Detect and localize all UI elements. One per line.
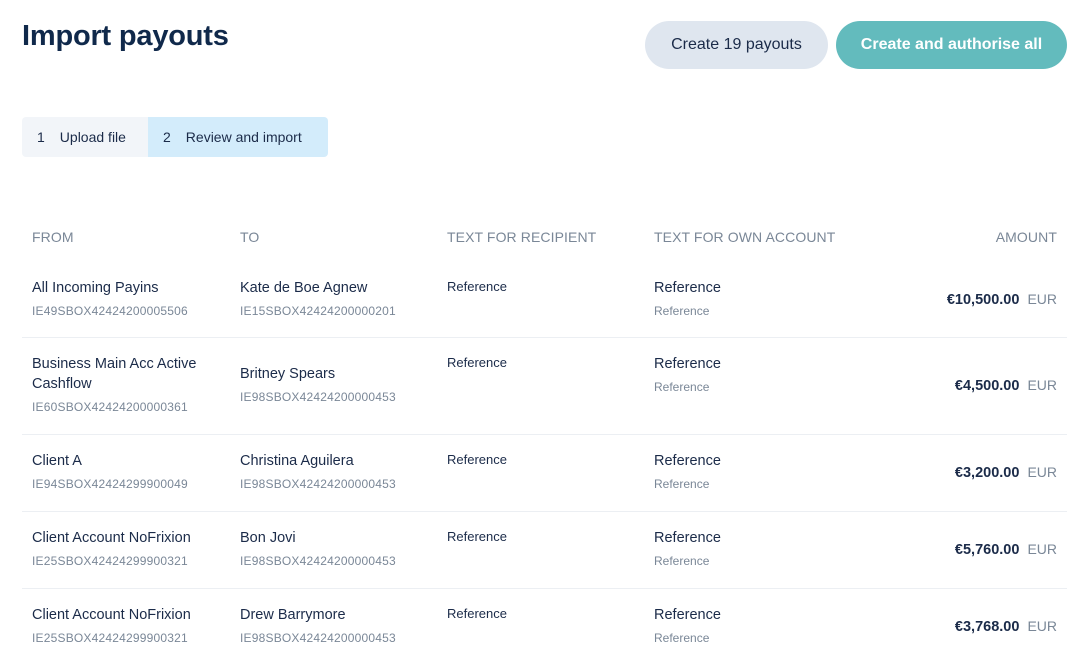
to-iban: IE15SBOX42424200000201 [240,304,396,318]
table-row[interactable]: All Incoming Payins IE49SBOX424242000055… [22,262,1067,338]
step-upload-file[interactable]: 1 Upload file [22,117,148,157]
header-text-for-recipient: TEXT FOR RECIPIENT [447,229,597,245]
amount-value: €4,500.00 [954,378,1020,394]
from-account-name: Client A [32,453,82,469]
amount-cell: €3,768.00 EUR [955,618,1057,635]
own-account-subtext: Reference [654,380,710,394]
own-account-cell: Reference Reference [654,451,721,491]
from-iban: IE25SBOX42424299900321 [32,554,188,568]
amount-cell: €10,500.00 EUR [947,291,1057,308]
table-row[interactable]: Client Account NoFrixion IE25SBOX4242429… [22,512,1067,589]
header-from: FROM [32,229,74,245]
amount-currency: EUR [1027,541,1057,557]
step-review-and-import[interactable]: 2 Review and import [148,117,328,157]
from-account-name: Business Main Acc Active Cashflow [32,356,197,392]
own-account-subtext: Reference [654,631,710,645]
step-label: Review and import [185,129,302,145]
import-steps: 1 Upload file 2 Review and import [22,117,328,157]
text-for-recipient: Reference [447,279,507,294]
to-iban: IE98SBOX42424200000453 [240,631,396,645]
from-account-name: Client Account NoFrixion [32,530,191,546]
own-account-cell: Reference Reference [654,354,721,394]
amount-currency: EUR [1027,291,1057,307]
table-row[interactable]: Client Account NoFrixion IE25SBOX4242429… [22,589,1067,655]
to-cell: Britney Spears IE98SBOX42424200000453 [240,364,430,404]
step-number: 1 [37,129,45,145]
header-to: TO [240,229,260,245]
own-account-text: Reference [654,356,721,372]
to-cell: Kate de Boe Agnew IE15SBOX42424200000201 [240,278,430,318]
create-and-authorise-button[interactable]: Create and authorise all [836,21,1067,69]
to-account-name: Britney Spears [240,366,336,382]
to-account-name: Christina Aguilera [240,453,354,469]
table-header: FROM TO TEXT FOR RECIPIENT TEXT FOR OWN … [0,229,1084,249]
to-cell: Christina Aguilera IE98SBOX4242420000045… [240,451,430,491]
from-cell: All Incoming Payins IE49SBOX424242000055… [32,278,222,318]
text-for-recipient: Reference [447,355,507,370]
text-for-recipient: Reference [447,452,507,467]
text-for-recipient: Reference [447,606,507,621]
to-account-name: Bon Jovi [240,530,296,546]
amount-value: €3,768.00 [954,619,1020,635]
step-number: 2 [163,129,171,145]
amount-cell: €3,200.00 EUR [955,464,1057,481]
amount-currency: EUR [1027,618,1057,634]
header-text-for-own-account: TEXT FOR OWN ACCOUNT [654,229,836,245]
from-cell: Client Account NoFrixion IE25SBOX4242429… [32,528,222,568]
page-title: Import payouts [22,20,229,52]
own-account-text: Reference [654,453,721,469]
own-account-text: Reference [654,607,721,623]
from-cell: Client Account NoFrixion IE25SBOX4242429… [32,605,222,645]
own-account-subtext: Reference [654,554,710,568]
step-label: Upload file [59,129,126,145]
own-account-cell: Reference Reference [654,528,721,568]
amount-value: €5,760.00 [954,542,1020,558]
to-cell: Bon Jovi IE98SBOX42424200000453 [240,528,430,568]
table-row[interactable]: Business Main Acc Active Cashflow IE60SB… [22,338,1067,435]
amount-cell: €4,500.00 EUR [955,377,1057,394]
to-iban: IE98SBOX42424200000453 [240,554,396,568]
to-account-name: Drew Barrymore [240,607,346,623]
to-iban: IE98SBOX42424200000453 [240,390,396,404]
from-cell: Client A IE94SBOX42424299900049 [32,451,222,491]
from-account-name: All Incoming Payins [32,280,159,296]
from-iban: IE25SBOX42424299900321 [32,631,188,645]
to-cell: Drew Barrymore IE98SBOX42424200000453 [240,605,430,645]
create-payouts-button[interactable]: Create 19 payouts [645,21,828,69]
amount-currency: EUR [1027,377,1057,393]
own-account-text: Reference [654,530,721,546]
own-account-subtext: Reference [654,477,710,491]
from-cell: Business Main Acc Active Cashflow IE60SB… [32,354,222,414]
table-row[interactable]: Client A IE94SBOX42424299900049 Christin… [22,435,1067,512]
from-account-name: Client Account NoFrixion [32,607,191,623]
to-iban: IE98SBOX42424200000453 [240,477,396,491]
own-account-text: Reference [654,280,721,296]
amount-cell: €5,760.00 EUR [955,541,1057,558]
amount-value: €10,500.00 [946,292,1020,308]
text-for-recipient: Reference [447,529,507,544]
from-iban: IE60SBOX42424200000361 [32,400,188,414]
own-account-cell: Reference Reference [654,605,721,645]
from-iban: IE49SBOX42424200005506 [32,304,188,318]
header-amount: AMOUNT [995,229,1057,245]
to-account-name: Kate de Boe Agnew [240,280,368,296]
amount-value: €3,200.00 [954,465,1020,481]
amount-currency: EUR [1027,464,1057,480]
from-iban: IE94SBOX42424299900049 [32,477,188,491]
own-account-subtext: Reference [654,304,710,318]
own-account-cell: Reference Reference [654,278,721,318]
